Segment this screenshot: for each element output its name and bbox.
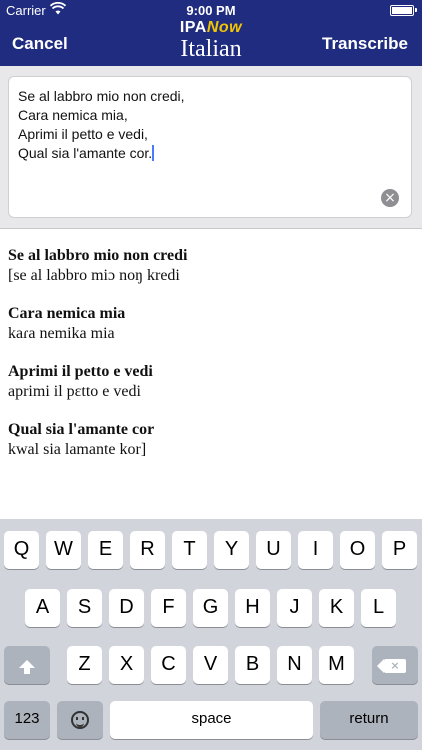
result-original: Se al labbro mio non credi	[8, 247, 188, 264]
key-r[interactable]: R	[130, 531, 165, 569]
input-panel: Se al labbro mio non credi, Cara nemica …	[0, 66, 422, 229]
key-w[interactable]: W	[46, 531, 81, 569]
key-f[interactable]: F	[151, 589, 186, 627]
input-line: Se al labbro mio non credi,	[18, 88, 185, 104]
backspace-icon: ×	[377, 659, 406, 673]
key-i[interactable]: I	[298, 531, 333, 569]
key-u[interactable]: U	[256, 531, 291, 569]
result-ipa: aprimi il pɛtto e vedi	[8, 383, 141, 400]
key-h[interactable]: H	[235, 589, 270, 627]
key-c[interactable]: C	[151, 646, 186, 684]
shift-icon	[19, 660, 35, 674]
lyrics-text-input[interactable]: Se al labbro mio non credi, Cara nemica …	[8, 76, 412, 218]
input-line: Aprimi il petto e vedi,	[18, 126, 148, 142]
transcribe-button[interactable]: Transcribe	[322, 34, 408, 54]
result-original: Aprimi il petto e vedi	[8, 363, 153, 380]
key-j[interactable]: J	[277, 589, 312, 627]
space-key[interactable]: space	[110, 701, 313, 739]
key-x[interactable]: X	[109, 646, 144, 684]
key-y[interactable]: Y	[214, 531, 249, 569]
key-a[interactable]: A	[25, 589, 60, 627]
input-line: Qual sia l'amante cor.	[18, 145, 153, 161]
key-b[interactable]: B	[235, 646, 270, 684]
result-ipa: kwal sia lamante kor]	[8, 441, 147, 458]
result-item: Se al labbro mio non credi [se al labbro…	[8, 246, 414, 286]
result-item: Cara nemica mia kaɾa nemika mia	[8, 304, 414, 344]
result-item: Aprimi il petto e vedi aprimi il pɛtto e…	[8, 362, 414, 402]
key-o[interactable]: O	[340, 531, 375, 569]
key-g[interactable]: G	[193, 589, 228, 627]
key-v[interactable]: V	[193, 646, 228, 684]
transcription-results: Se al labbro mio non credi [se al labbro…	[8, 246, 414, 478]
key-n[interactable]: N	[277, 646, 312, 684]
key-m[interactable]: M	[319, 646, 354, 684]
battery-icon	[390, 5, 417, 16]
keyboard: Q W E R T Y U I O P A S D F G H J K L Z …	[0, 519, 422, 750]
key-s[interactable]: S	[67, 589, 102, 627]
key-t[interactable]: T	[172, 531, 207, 569]
logo-ipa: IPA	[179, 19, 207, 36]
result-original: Qual sia l'amante cor	[8, 421, 155, 438]
clear-icon[interactable]: ×	[381, 189, 399, 207]
input-line: Cara nemica mia,	[18, 107, 128, 123]
emoji-key[interactable]	[57, 701, 103, 739]
text-caret	[152, 145, 154, 161]
key-p[interactable]: P	[382, 531, 417, 569]
shift-key[interactable]	[4, 646, 50, 684]
result-ipa: kaɾa nemika mia	[8, 325, 115, 342]
logo-now: Now	[206, 19, 243, 36]
key-z[interactable]: Z	[67, 646, 102, 684]
key-q[interactable]: Q	[4, 531, 39, 569]
result-item: Qual sia l'amante cor kwal sia lamante k…	[8, 420, 414, 460]
result-ipa: [se al labbro miɔ noŋ kredi	[8, 267, 180, 284]
key-k[interactable]: K	[319, 589, 354, 627]
delete-key[interactable]: ×	[372, 646, 418, 684]
numbers-key[interactable]: 123	[4, 701, 50, 739]
key-e[interactable]: E	[88, 531, 123, 569]
emoji-icon	[71, 711, 89, 729]
nav-bar: Carrier 9:00 PM Cancel IPANow Italian Tr…	[0, 0, 422, 66]
result-original: Cara nemica mia	[8, 305, 126, 322]
key-d[interactable]: D	[109, 589, 144, 627]
status-time: 9:00 PM	[186, 3, 236, 18]
key-l[interactable]: L	[361, 589, 396, 627]
return-key[interactable]: return	[320, 701, 418, 739]
